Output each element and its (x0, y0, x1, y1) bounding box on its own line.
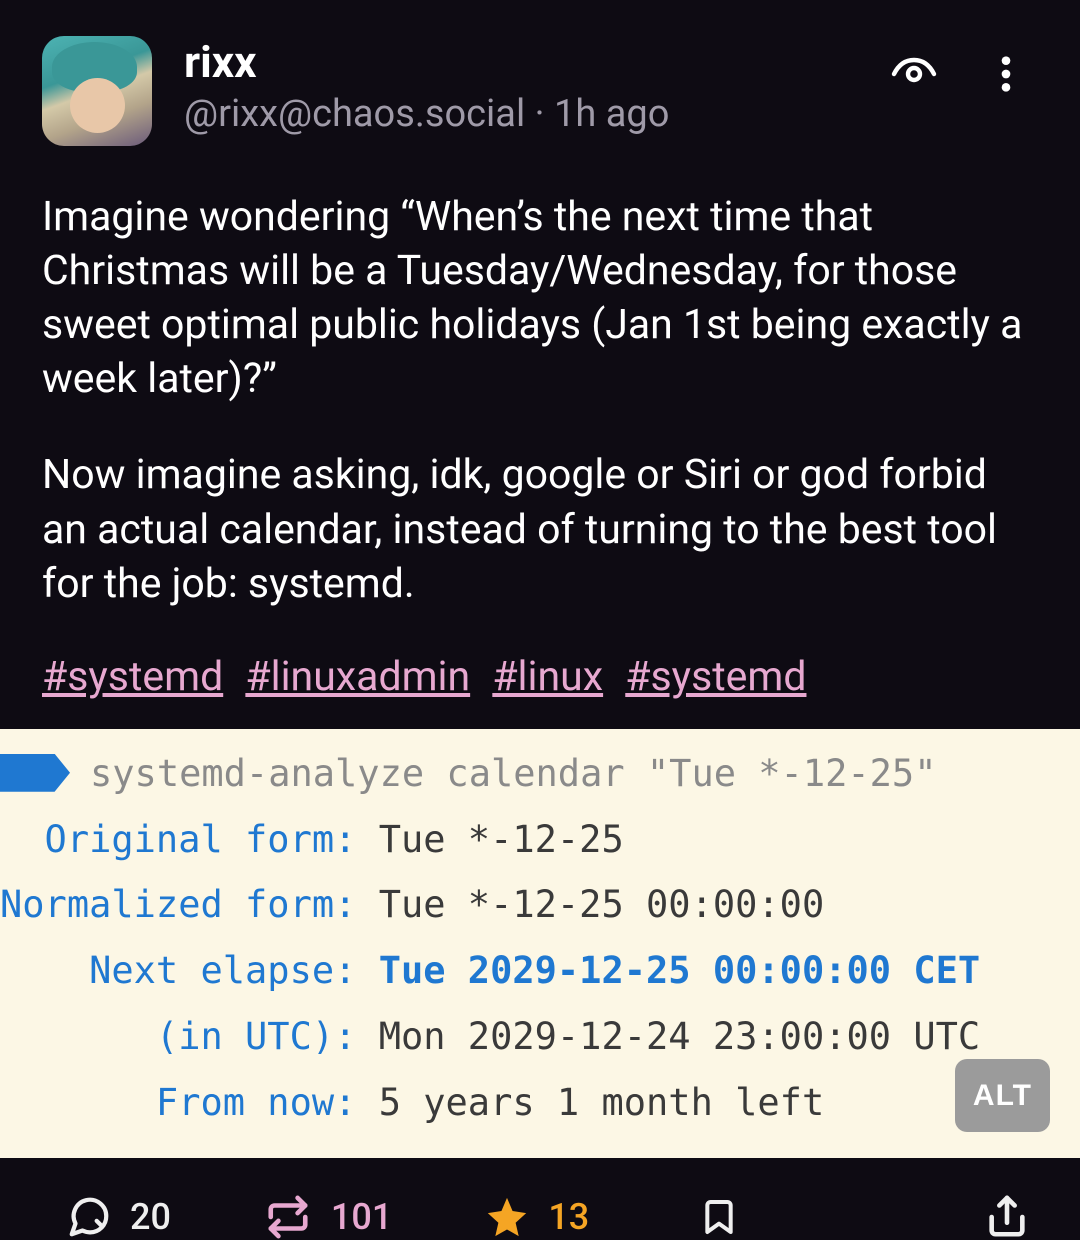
terminal-label: Next elapse: (0, 949, 379, 992)
terminal-command: systemd-analyze calendar "Tue *-12-25" (90, 752, 936, 795)
display-name[interactable]: rixx (184, 38, 669, 86)
more-icon[interactable] (982, 50, 1030, 98)
reply-count: 20 (130, 1196, 171, 1238)
avatar[interactable] (42, 36, 152, 146)
hashtags: #systemd #linuxadmin #linux #systemd (0, 653, 1080, 729)
terminal-value: 5 years 1 month left (379, 1081, 825, 1124)
star-icon (484, 1194, 530, 1240)
terminal-row: Next elapse: Tue 2029-12-25 00:00:00 CET (0, 938, 1070, 1004)
terminal-label: Normalized form: (0, 883, 379, 926)
header-actions (890, 36, 1038, 98)
favorite-button[interactable]: 13 (484, 1194, 589, 1240)
boost-count: 101 (331, 1196, 392, 1238)
share-icon (984, 1194, 1030, 1240)
time-ago[interactable]: 1h ago (554, 92, 669, 136)
alt-badge[interactable]: ALT (955, 1059, 1050, 1132)
post-content: Imagine wondering “When’s the next time … (0, 146, 1080, 653)
hashtag-link[interactable]: #linuxadmin (245, 653, 470, 701)
terminal-value: Mon 2029-12-24 23:00:00 UTC (379, 1015, 980, 1058)
hashtag-link[interactable]: #systemd (625, 653, 806, 701)
share-button[interactable] (984, 1194, 1030, 1240)
terminal-command-line: systemd-analyze calendar "Tue *-12-25" (0, 741, 1070, 807)
visibility-icon[interactable] (890, 50, 938, 98)
favorite-count: 13 (548, 1196, 589, 1238)
terminal-value: Tue *-12-25 (379, 818, 624, 861)
hashtag-link[interactable]: #systemd (42, 653, 223, 701)
separator: · (535, 92, 554, 136)
bookmark-button[interactable] (699, 1194, 739, 1240)
action-bar: 20 101 13 (0, 1158, 1080, 1240)
handle-line: @rixx@chaos.social · 1h ago (184, 92, 669, 136)
prompt-arrow-icon (0, 754, 70, 792)
terminal-value: Tue *-12-25 00:00:00 (379, 883, 825, 926)
terminal-row: (in UTC): Mon 2029-12-24 23:00:00 UTC (0, 1004, 1070, 1070)
terminal-row: From now: 5 years 1 month left (0, 1070, 1070, 1136)
terminal-screenshot[interactable]: systemd-analyze calendar "Tue *-12-25" O… (0, 729, 1080, 1158)
boost-icon (263, 1194, 313, 1240)
post-header: rixx @rixx@chaos.social · 1h ago (0, 0, 1080, 146)
terminal-row: Original form: Tue *-12-25 (0, 807, 1070, 873)
reply-icon (66, 1194, 112, 1240)
author-block: rixx @rixx@chaos.social · 1h ago (184, 36, 669, 136)
paragraph: Now imagine asking, idk, google or Siri … (42, 448, 1038, 610)
terminal-label: (in UTC): (0, 1015, 379, 1058)
post: rixx @rixx@chaos.social · 1h ago Imag (0, 0, 1080, 1239)
bookmark-icon (699, 1194, 739, 1240)
terminal-label: From now: (0, 1081, 379, 1124)
handle[interactable]: @rixx@chaos.social (184, 92, 525, 136)
hashtag-link[interactable]: #linux (492, 653, 603, 701)
terminal-value: Tue 2029-12-25 00:00:00 CET (379, 949, 980, 992)
paragraph: Imagine wondering “When’s the next time … (42, 190, 1038, 406)
boost-button[interactable]: 101 (263, 1194, 392, 1240)
reply-button[interactable]: 20 (66, 1194, 171, 1240)
terminal-row: Normalized form: Tue *-12-25 00:00:00 (0, 872, 1070, 938)
terminal-label: Original form: (0, 818, 379, 861)
